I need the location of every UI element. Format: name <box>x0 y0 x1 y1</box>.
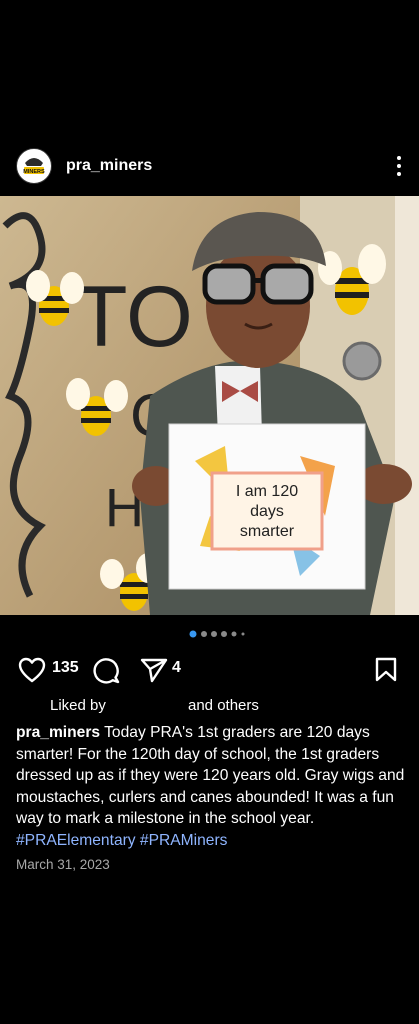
send-icon[interactable] <box>140 657 168 683</box>
action-bar: 135 4 <box>0 648 419 688</box>
carousel-dot <box>201 631 207 637</box>
caption-hashtags[interactable]: #PRAElementary #PRAMiners <box>16 832 227 849</box>
miners-logo-icon: MINERS <box>18 150 50 182</box>
sign: I am 120 days smarter <box>168 423 366 590</box>
carousel-dot <box>241 632 245 636</box>
bookmark-icon[interactable] <box>375 657 397 682</box>
liked-by-prefix: Liked by <box>50 697 106 714</box>
sign-line-3: smarter <box>240 523 295 540</box>
carousel-dot <box>231 631 237 637</box>
post-date: March 31, 2023 <box>16 857 110 872</box>
caption-username[interactable]: pra_miners <box>16 724 100 741</box>
face <box>206 244 310 368</box>
comment-icon[interactable] <box>93 657 121 684</box>
avatar[interactable]: MINERS <box>16 148 52 184</box>
photo-scene: TO CO H <box>0 196 419 615</box>
sign-line-2: days <box>250 503 284 520</box>
liked-by[interactable]: Liked by and others <box>0 695 419 717</box>
carousel-dot <box>221 631 227 637</box>
post-caption: pra_miners Today PRA's 1st graders are 1… <box>16 722 408 851</box>
share-count[interactable]: 4 <box>172 659 181 677</box>
post-username[interactable]: pra_miners <box>66 157 152 175</box>
post-photo[interactable]: TO CO H <box>0 196 419 615</box>
heart-icon[interactable] <box>18 657 46 683</box>
door-letters: TO <box>75 269 193 365</box>
sign-line-1: I am 120 <box>236 483 298 500</box>
carousel-dot <box>211 631 217 637</box>
svg-text:MINERS: MINERS <box>23 169 45 175</box>
instagram-post: MINERS pra_miners TO H I am 120 days sma… <box>0 132 419 890</box>
liked-by-suffix: and others <box>188 697 259 714</box>
more-options-icon[interactable] <box>393 155 405 177</box>
carousel-indicator <box>189 630 245 638</box>
like-count[interactable]: 135 <box>52 659 79 677</box>
post-header: MINERS pra_miners <box>0 132 419 196</box>
carousel-dot-active <box>189 630 197 638</box>
door-knob <box>342 341 382 381</box>
